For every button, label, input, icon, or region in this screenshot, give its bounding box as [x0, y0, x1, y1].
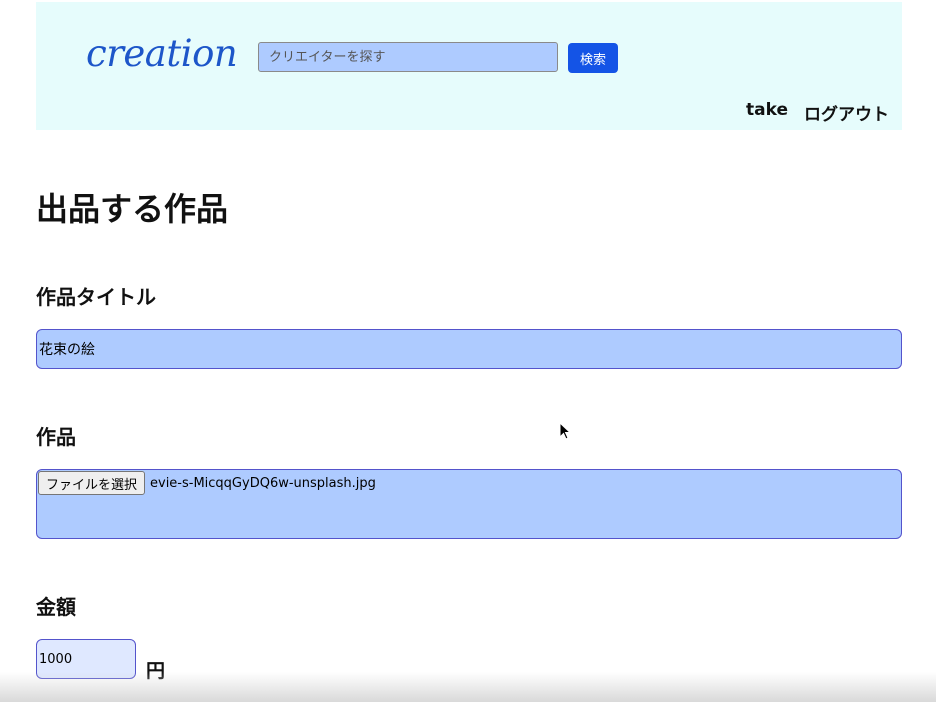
work-file-field[interactable]: ファイルを選択 evie-s-MicqqGyDQ6w-unsplash.jpg [36, 469, 902, 539]
work-title-label: 作品タイトル [36, 285, 156, 309]
price-label: 金額 [36, 595, 76, 619]
work-file-label: 作品 [36, 425, 76, 449]
creator-search-input[interactable] [258, 42, 558, 72]
mouse-pointer-icon [559, 422, 571, 440]
bottom-fade [0, 672, 936, 702]
site-header: creation 検索 take ログアウト [36, 2, 902, 130]
user-link[interactable]: take [746, 100, 788, 120]
site-logo[interactable]: creation [86, 32, 238, 75]
selected-file-name: evie-s-MicqqGyDQ6w-unsplash.jpg [150, 476, 376, 491]
choose-file-button[interactable]: ファイルを選択 [38, 471, 146, 495]
logout-link[interactable]: ログアウト [804, 100, 889, 125]
work-title-input[interactable] [36, 329, 902, 369]
page-title: 出品する作品 [36, 190, 229, 228]
search-button[interactable]: 検索 [568, 43, 618, 73]
